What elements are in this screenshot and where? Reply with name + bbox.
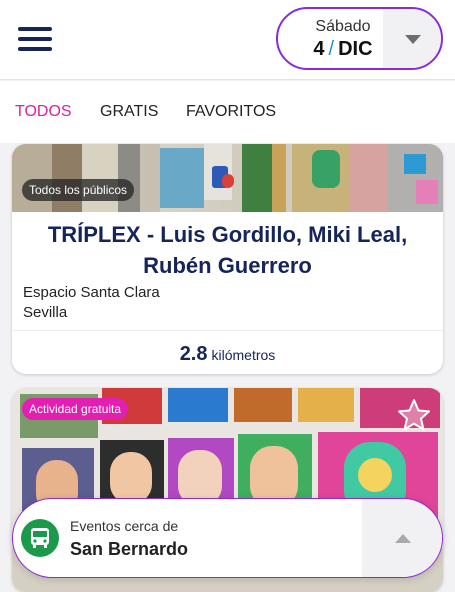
tab-todos[interactable]: TODOS [15, 103, 72, 121]
event-image [12, 144, 443, 212]
distance-unit: kilómetros [211, 347, 276, 363]
date-selector[interactable]: Sábado 4/DIC [276, 7, 443, 70]
chevron-up-icon [395, 534, 411, 543]
tab-gratis[interactable]: GRATIS [100, 103, 158, 121]
distance-value: 2.8 [179, 343, 208, 365]
hamburger-menu-icon[interactable] [18, 27, 52, 53]
date-separator: / [328, 38, 335, 60]
event-card[interactable]: Todos los públicos TRÍPLEX - Luis Gordil… [12, 144, 443, 374]
date-main: 4/DIC [290, 36, 396, 62]
filter-tabs: TODOS GRATIS FAVORITOS [0, 81, 455, 143]
venue-city: Sevilla [23, 304, 68, 321]
date-display: Sábado 4/DIC [290, 18, 396, 62]
venue-name: Espacio Santa Clara [23, 284, 160, 301]
free-badge: Actividad gratuita [22, 398, 129, 420]
date-day: Sábado [315, 18, 371, 35]
event-distance: 2.8 kilómetros [12, 343, 443, 366]
divider [12, 330, 443, 331]
app-header: Sábado 4/DIC [0, 0, 455, 80]
location-value: San Bernardo [70, 539, 189, 559]
bus-icon [21, 519, 59, 557]
date-dropdown-button[interactable] [383, 9, 441, 68]
tab-favoritos[interactable]: FAVORITOS [186, 103, 276, 121]
location-expand-button[interactable] [362, 499, 442, 577]
event-venue: Espacio Santa Clara Sevilla [23, 283, 160, 323]
chevron-down-icon [405, 35, 421, 44]
nearby-location-bar[interactable]: Eventos cerca de San Bernardo [12, 498, 443, 578]
star-icon[interactable] [397, 398, 431, 432]
location-caption: Eventos cerca de [70, 518, 179, 534]
event-title: TRÍPLEX - Luis Gordillo, Miki Leal, Rubé… [47, 222, 408, 278]
audience-badge: Todos los públicos [22, 179, 135, 201]
date-number: 4 [313, 38, 325, 60]
date-month: DIC [338, 38, 373, 60]
